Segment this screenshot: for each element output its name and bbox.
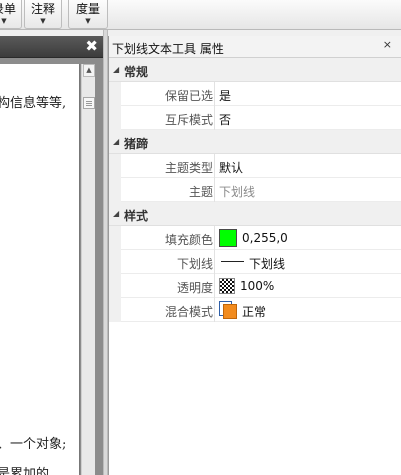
document-text-line: 、一个对象; (0, 437, 67, 452)
transparency-icon (219, 278, 235, 294)
close-icon[interactable]: ✖ (85, 37, 98, 56)
category-general[interactable]: ◢ 常规 (109, 58, 401, 82)
property-row[interactable]: 透明度 100% (109, 274, 401, 298)
property-row[interactable]: 填充颜色 0,255,0 (109, 226, 401, 250)
scroll-thumb[interactable] (83, 97, 95, 109)
collapse-icon[interactable]: ◢ (113, 209, 119, 218)
collapse-icon[interactable]: ◢ (113, 65, 119, 74)
property-value[interactable]: 下划线 (219, 183, 255, 200)
close-icon[interactable]: × (383, 38, 392, 51)
property-row[interactable]: 主题类型 默认 (109, 154, 401, 178)
scroll-up-icon[interactable]: ▲ (83, 64, 95, 77)
annotate-button[interactable]: 注释 ▼ (24, 0, 62, 29)
property-name: 透明度 (176, 281, 213, 295)
document-view[interactable]: 构信息等等, 、一个对象; 是累加的, ▲ (0, 58, 103, 475)
property-name: 下划线 (176, 257, 213, 271)
properties-header: 下划线文本工具 属性 × (109, 36, 401, 58)
properties-title: 下划线文本工具 属性 (112, 42, 224, 56)
property-value[interactable]: 否 (219, 111, 231, 128)
property-row[interactable]: 主题 下划线 (109, 178, 401, 202)
properties-panel: 下划线文本工具 属性 × ◢ 常规 保留已选 是 互斥模式 否 ◢ 猪蹄 主题类… (108, 36, 401, 475)
property-row[interactable]: 保留已选 是 (109, 82, 401, 106)
menu-button[interactable]: 录单 ▼ (0, 0, 22, 29)
property-name: 保留已选 (164, 89, 213, 103)
dropdown-arrow-icon: ▼ (40, 17, 46, 25)
category-style[interactable]: ◢ 样式 (109, 202, 401, 226)
property-name: 主题 (188, 185, 213, 199)
category-label: 常规 (124, 65, 149, 79)
measure-button-label: 度量 (75, 2, 100, 16)
property-value[interactable]: 是 (219, 87, 231, 104)
property-name: 主题类型 (164, 161, 213, 175)
document-pane-header: ✖ (0, 36, 103, 58)
measure-button[interactable]: 度量 ▼ (68, 0, 108, 29)
property-value[interactable]: 正常 (242, 303, 266, 320)
menu-button-label: 录单 (0, 2, 16, 16)
property-value[interactable]: 下划线 (249, 255, 285, 272)
property-value[interactable]: 0,255,0 (242, 231, 288, 245)
collapse-icon[interactable]: ◢ (113, 137, 119, 146)
underline-style-icon (221, 261, 244, 262)
property-value[interactable]: 默认 (219, 159, 243, 176)
toolbar: 录单 ▼ 注释 ▼ 度量 ▼ (0, 0, 401, 30)
property-value[interactable]: 100% (240, 279, 274, 293)
dropdown-arrow-icon: ▼ (85, 17, 91, 25)
annotate-button-label: 注释 (30, 2, 55, 16)
vertical-scrollbar[interactable]: ▲ (81, 64, 95, 475)
property-name: 填充颜色 (164, 233, 213, 247)
category-label: 样式 (124, 209, 149, 223)
document-page[interactable]: 构信息等等, 、一个对象; 是累加的, (0, 64, 80, 475)
property-name: 混合模式 (164, 305, 213, 319)
blend-mode-icon (219, 301, 237, 319)
dropdown-arrow-icon: ▼ (1, 17, 7, 25)
document-text-line: 构信息等等, (0, 96, 67, 111)
property-row[interactable]: 互斥模式 否 (109, 106, 401, 130)
category-label: 猪蹄 (124, 137, 149, 151)
property-row[interactable]: 混合模式 正常 (109, 298, 401, 322)
document-text-line: 是累加的, (0, 467, 54, 475)
color-swatch[interactable] (219, 229, 237, 247)
category-theme[interactable]: ◢ 猪蹄 (109, 130, 401, 154)
property-name: 互斥模式 (164, 113, 213, 127)
property-row[interactable]: 下划线 下划线 (109, 250, 401, 274)
